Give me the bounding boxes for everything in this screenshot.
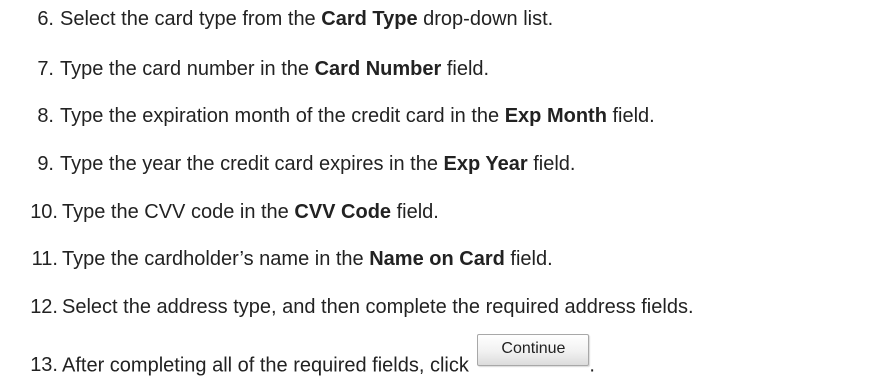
- step-text-end: field.: [391, 201, 439, 223]
- instruction-steps: 6. Select the card type from the Card Typ…: [0, 0, 885, 388]
- step-6: 6. Select the card type from the Card Typ…: [0, 5, 553, 33]
- step-text-end: drop-down list.: [417, 8, 554, 30]
- step-text-end: field.: [606, 105, 655, 127]
- step-7: 7. Type the card number in the Card Numbe…: [0, 55, 489, 83]
- step-text: Type the CVV code in the: [62, 201, 295, 223]
- step-8: 8. Type the expiration month of the credi…: [0, 102, 655, 130]
- step-number: 10.: [30, 201, 58, 223]
- step-10: 10. Type the CVV code in the CVV Code fie…: [0, 198, 439, 226]
- step-number: 11.: [31, 248, 58, 270]
- step-number: 9.: [37, 153, 54, 175]
- step-11: 11. Type the cardholder’s name in the Nam…: [0, 245, 553, 273]
- step-text: Type the expiration month of the credit …: [60, 105, 505, 127]
- step-number: 13.: [30, 354, 58, 377]
- field-name: Exp Year: [443, 153, 528, 175]
- step-text: Type the year the credit card expires in…: [60, 153, 444, 175]
- field-name: Card Type: [321, 8, 418, 30]
- step-text-end: field.: [504, 248, 553, 270]
- continue-button[interactable]: Continue: [477, 334, 590, 366]
- step-text: Type the card number in the: [60, 58, 315, 80]
- step-text-end: field.: [527, 153, 576, 175]
- step-number: 8.: [37, 105, 54, 127]
- step-text: Type the cardholder’s name in the: [62, 248, 370, 270]
- step-13: 13. After completing all of the required …: [0, 334, 595, 378]
- step-12: 12. Select the address type, and then com…: [0, 293, 694, 321]
- step-number: 12.: [30, 296, 58, 318]
- step-text: Select the card type from the: [60, 8, 322, 30]
- field-name: Name on Card: [369, 248, 505, 270]
- step-text: After completing all of the required fie…: [62, 354, 475, 377]
- step-9: 9. Type the year the credit card expires …: [0, 150, 576, 178]
- field-name: Card Number: [314, 58, 442, 80]
- field-name: CVV Code: [294, 201, 392, 223]
- field-name: Exp Month: [504, 105, 607, 127]
- step-text-end: .: [589, 354, 595, 377]
- step-text-end: field.: [441, 58, 490, 80]
- step-number: 6.: [37, 8, 54, 30]
- step-text: Select the address type, and then comple…: [62, 296, 694, 318]
- step-number: 7.: [37, 58, 54, 80]
